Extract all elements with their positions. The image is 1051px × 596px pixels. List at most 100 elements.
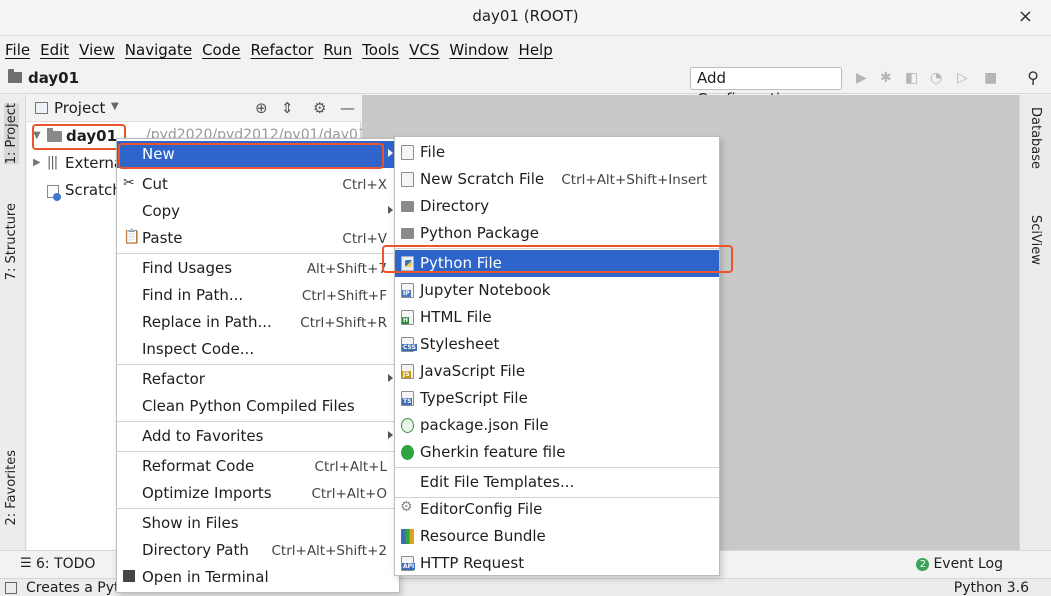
menu-item-open-in-terminal[interactable]: Open in Terminal — [117, 564, 399, 591]
shortcut: Ctrl+V — [342, 231, 387, 247]
menu-separator — [117, 364, 399, 365]
menu-item-replace-in-path[interactable]: Replace in Path... Ctrl+Shift+R — [117, 309, 399, 336]
right-tool-strip: Database SciView — [1019, 95, 1051, 550]
menu-tools[interactable]: Tools — [357, 41, 404, 59]
tab-favorites[interactable]: 2: Favorites — [4, 450, 19, 526]
menu-item-cut[interactable]: ✂ Cut Ctrl+X — [117, 171, 399, 198]
tab-event-log[interactable]: 2 Event Log — [916, 556, 1003, 572]
stop-icon[interactable]: ■ — [984, 70, 997, 86]
tab-sciview[interactable]: SciView — [1028, 215, 1043, 265]
submenu-item-html[interactable]: H HTML File — [395, 304, 719, 331]
breadcrumb-project[interactable]: day01 — [28, 69, 79, 87]
layout-icon[interactable] — [5, 582, 17, 594]
add-configuration-button[interactable]: Add Configuration... — [690, 67, 842, 108]
submenu-item-resource-bundle[interactable]: Resource Bundle — [395, 523, 719, 550]
html-icon: H — [401, 310, 414, 325]
debug-icon[interactable]: ✱ — [880, 70, 892, 86]
close-icon[interactable]: × — [1018, 6, 1033, 27]
menu-view[interactable]: View — [74, 41, 120, 59]
clock-badge-icon — [53, 193, 61, 201]
tab-database[interactable]: Database — [1028, 107, 1043, 169]
menu-item-add-to-favorites[interactable]: Add to Favorites — [117, 423, 399, 450]
menu-separator — [117, 421, 399, 422]
submenu-item-label: File — [420, 143, 446, 161]
submenu-item-label: package.json File — [420, 416, 549, 434]
menu-code[interactable]: Code — [197, 41, 245, 59]
menu-item-inspect-code[interactable]: Inspect Code... — [117, 336, 399, 363]
submenu-item-edit-templates[interactable]: Edit File Templates... — [395, 469, 719, 496]
submenu-item-label: EditorConfig File — [420, 500, 543, 518]
shortcut: Ctrl+X — [342, 177, 387, 193]
run-icon[interactable]: ▶ — [856, 70, 867, 86]
root-highlight-box — [32, 124, 126, 150]
menu-item-label: Find in Path... — [142, 286, 244, 304]
shortcut: Alt+Shift+7 — [306, 261, 387, 277]
menu-item-directory-path[interactable]: Directory Path Ctrl+Alt+Shift+2 — [117, 537, 399, 564]
menu-help[interactable]: Help — [514, 41, 558, 59]
new-submenu: File New Scratch File Ctrl+Alt+Shift+Ins… — [394, 136, 720, 576]
event-log-label: Event Log — [933, 556, 1003, 572]
submenu-item-typescript[interactable]: TS TypeScript File — [395, 385, 719, 412]
submenu-item-python-package[interactable]: Python Package — [395, 220, 719, 247]
menu-item-clean-compiled[interactable]: Clean Python Compiled Files — [117, 393, 399, 420]
menu-item-label: Copy — [142, 202, 181, 220]
gear-icon[interactable]: ⚙ — [313, 99, 326, 117]
menu-edit[interactable]: Edit — [35, 41, 74, 59]
menu-item-find-in-path[interactable]: Find in Path... Ctrl+Shift+F — [117, 282, 399, 309]
javascript-icon: JS — [401, 364, 414, 379]
coverage-icon[interactable]: ◧ — [905, 70, 918, 86]
submenu-item-package-json[interactable]: package.json File — [395, 412, 719, 439]
menu-navigate[interactable]: Navigate — [120, 41, 197, 59]
menu-item-label: Add to Favorites — [142, 427, 264, 445]
submenu-item-directory[interactable]: Directory — [395, 193, 719, 220]
chevron-right-icon[interactable]: ▶ — [33, 157, 41, 168]
file-icon — [401, 145, 414, 160]
submenu-item-label: Gherkin feature file — [420, 443, 566, 461]
tab-project[interactable]: 1: Project — [4, 103, 19, 165]
todo-icon: ☰ — [20, 556, 32, 571]
submenu-item-label: HTTP Request — [420, 554, 525, 572]
chevron-right-icon — [388, 206, 393, 214]
tab-todo[interactable]: 6: TODO — [36, 556, 95, 572]
menu-item-paste[interactable]: 📋 Paste Ctrl+V — [117, 225, 399, 252]
menu-item-reformat-code[interactable]: Reformat Code Ctrl+Alt+L — [117, 453, 399, 480]
menu-item-label: Find Usages — [142, 259, 233, 277]
project-view-selector[interactable]: Project — [54, 99, 105, 117]
profile-icon[interactable]: ◔ — [930, 70, 942, 86]
chevron-down-icon[interactable]: ▼ — [111, 101, 119, 112]
submenu-item-javascript[interactable]: JS JavaScript File — [395, 358, 719, 385]
title-bar: day01 (ROOT) × — [0, 0, 1051, 36]
menu-refactor[interactable]: Refactor — [245, 41, 318, 59]
menu-vcs[interactable]: VCS — [404, 41, 444, 59]
menu-window[interactable]: Window — [444, 41, 513, 59]
submenu-item-file[interactable]: File — [395, 139, 719, 166]
tab-structure[interactable]: 7: Structure — [4, 203, 19, 280]
resource-bundle-icon — [401, 529, 414, 544]
shortcut: Ctrl+Alt+Shift+Insert — [561, 172, 707, 188]
hide-icon[interactable]: — — [340, 99, 355, 117]
menu-file[interactable]: File — [0, 41, 35, 59]
collapse-icon[interactable]: ⇕ — [281, 99, 294, 117]
locate-icon[interactable]: ⊕ — [255, 99, 268, 117]
submenu-item-gherkin[interactable]: Gherkin feature file — [395, 439, 719, 466]
submenu-item-editorconfig[interactable]: ⚙ EditorConfig File — [395, 496, 719, 523]
menu-item-optimize-imports[interactable]: Optimize Imports Ctrl+Alt+O — [117, 480, 399, 507]
concurrency-icon[interactable]: ▷ — [957, 70, 968, 86]
submenu-item-label: Directory — [420, 197, 490, 215]
menu-item-refactor[interactable]: Refactor — [117, 366, 399, 393]
shortcut: Ctrl+Alt+Shift+2 — [271, 543, 387, 559]
menu-item-show-in-files[interactable]: Show in Files — [117, 510, 399, 537]
menu-item-find-usages[interactable]: Find Usages Alt+Shift+7 — [117, 255, 399, 282]
submenu-item-label: JavaScript File — [420, 362, 526, 380]
folder-icon — [8, 69, 22, 83]
submenu-item-scratch-file[interactable]: New Scratch File Ctrl+Alt+Shift+Insert — [395, 166, 719, 193]
interpreter-label[interactable]: Python 3.6 — [954, 580, 1029, 596]
submenu-item-http-request[interactable]: API HTTP Request — [395, 550, 719, 577]
terminal-icon — [123, 570, 135, 582]
submenu-item-jupyter[interactable]: IP Jupyter Notebook — [395, 277, 719, 304]
menu-item-label: Open in Terminal — [142, 568, 269, 586]
search-icon[interactable]: ⚲ — [1027, 68, 1039, 87]
menu-run[interactable]: Run — [318, 41, 357, 59]
menu-item-copy[interactable]: Copy — [117, 198, 399, 225]
submenu-item-stylesheet[interactable]: CSS Stylesheet — [395, 331, 719, 358]
